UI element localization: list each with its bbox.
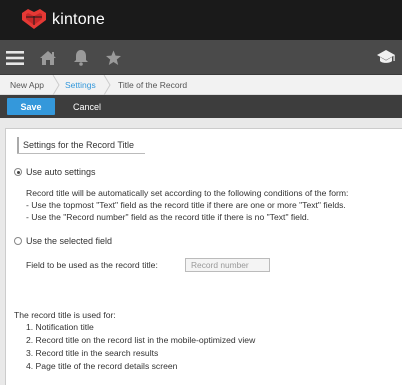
record-title-field-select[interactable]: Record number [185, 258, 270, 272]
auto-description-line: - Use the topmost "Text" field as the re… [26, 200, 346, 210]
graduation-cap-icon[interactable] [374, 40, 398, 75]
action-bar: Save Cancel [0, 95, 402, 118]
section-title-divider [17, 153, 145, 154]
breadcrumb: New App Settings Title of the Record [0, 75, 402, 95]
field-label: Field to be used as the record title: [26, 260, 158, 270]
usage-list-item: 1. Notification title [26, 322, 94, 332]
section-title: Settings for the Record Title [17, 137, 134, 153]
save-button[interactable]: Save [7, 98, 55, 115]
breadcrumb-item-app[interactable]: New App [10, 80, 44, 90]
auto-settings-radio[interactable] [14, 168, 22, 176]
selected-field-label: Use the selected field [26, 236, 113, 246]
top-bar: kintone [0, 0, 402, 40]
kintone-logo-icon[interactable] [21, 8, 47, 30]
breadcrumb-separator-icon [103, 75, 111, 95]
usage-list-item: 2. Record title on the record list in th… [26, 335, 256, 345]
breadcrumb-item-settings[interactable]: Settings [65, 80, 96, 90]
usage-list-item: 3. Record title in the search results [26, 348, 159, 358]
auto-description-line: Record title will be automatically set a… [26, 188, 349, 198]
app-name: kintone [52, 11, 105, 28]
selected-field-option[interactable]: Use the selected field [14, 236, 112, 246]
auto-description-line: - Use the "Record number" field as the r… [26, 212, 310, 222]
breadcrumb-separator-icon [52, 75, 60, 95]
home-icon[interactable] [37, 40, 59, 75]
star-icon[interactable] [102, 40, 124, 75]
breadcrumb-item-current: Title of the Record [118, 80, 188, 90]
usage-heading: The record title is used for: [14, 310, 116, 320]
hamburger-menu-icon[interactable] [4, 40, 26, 75]
auto-settings-option[interactable]: Use auto settings [14, 167, 96, 177]
auto-settings-label: Use auto settings [26, 167, 96, 177]
usage-list-item: 4. Page title of the record details scre… [26, 361, 178, 371]
global-nav-bar [0, 40, 402, 75]
cancel-button[interactable]: Cancel [64, 98, 110, 115]
selected-field-radio[interactable] [14, 237, 22, 245]
bell-icon[interactable] [70, 40, 92, 75]
